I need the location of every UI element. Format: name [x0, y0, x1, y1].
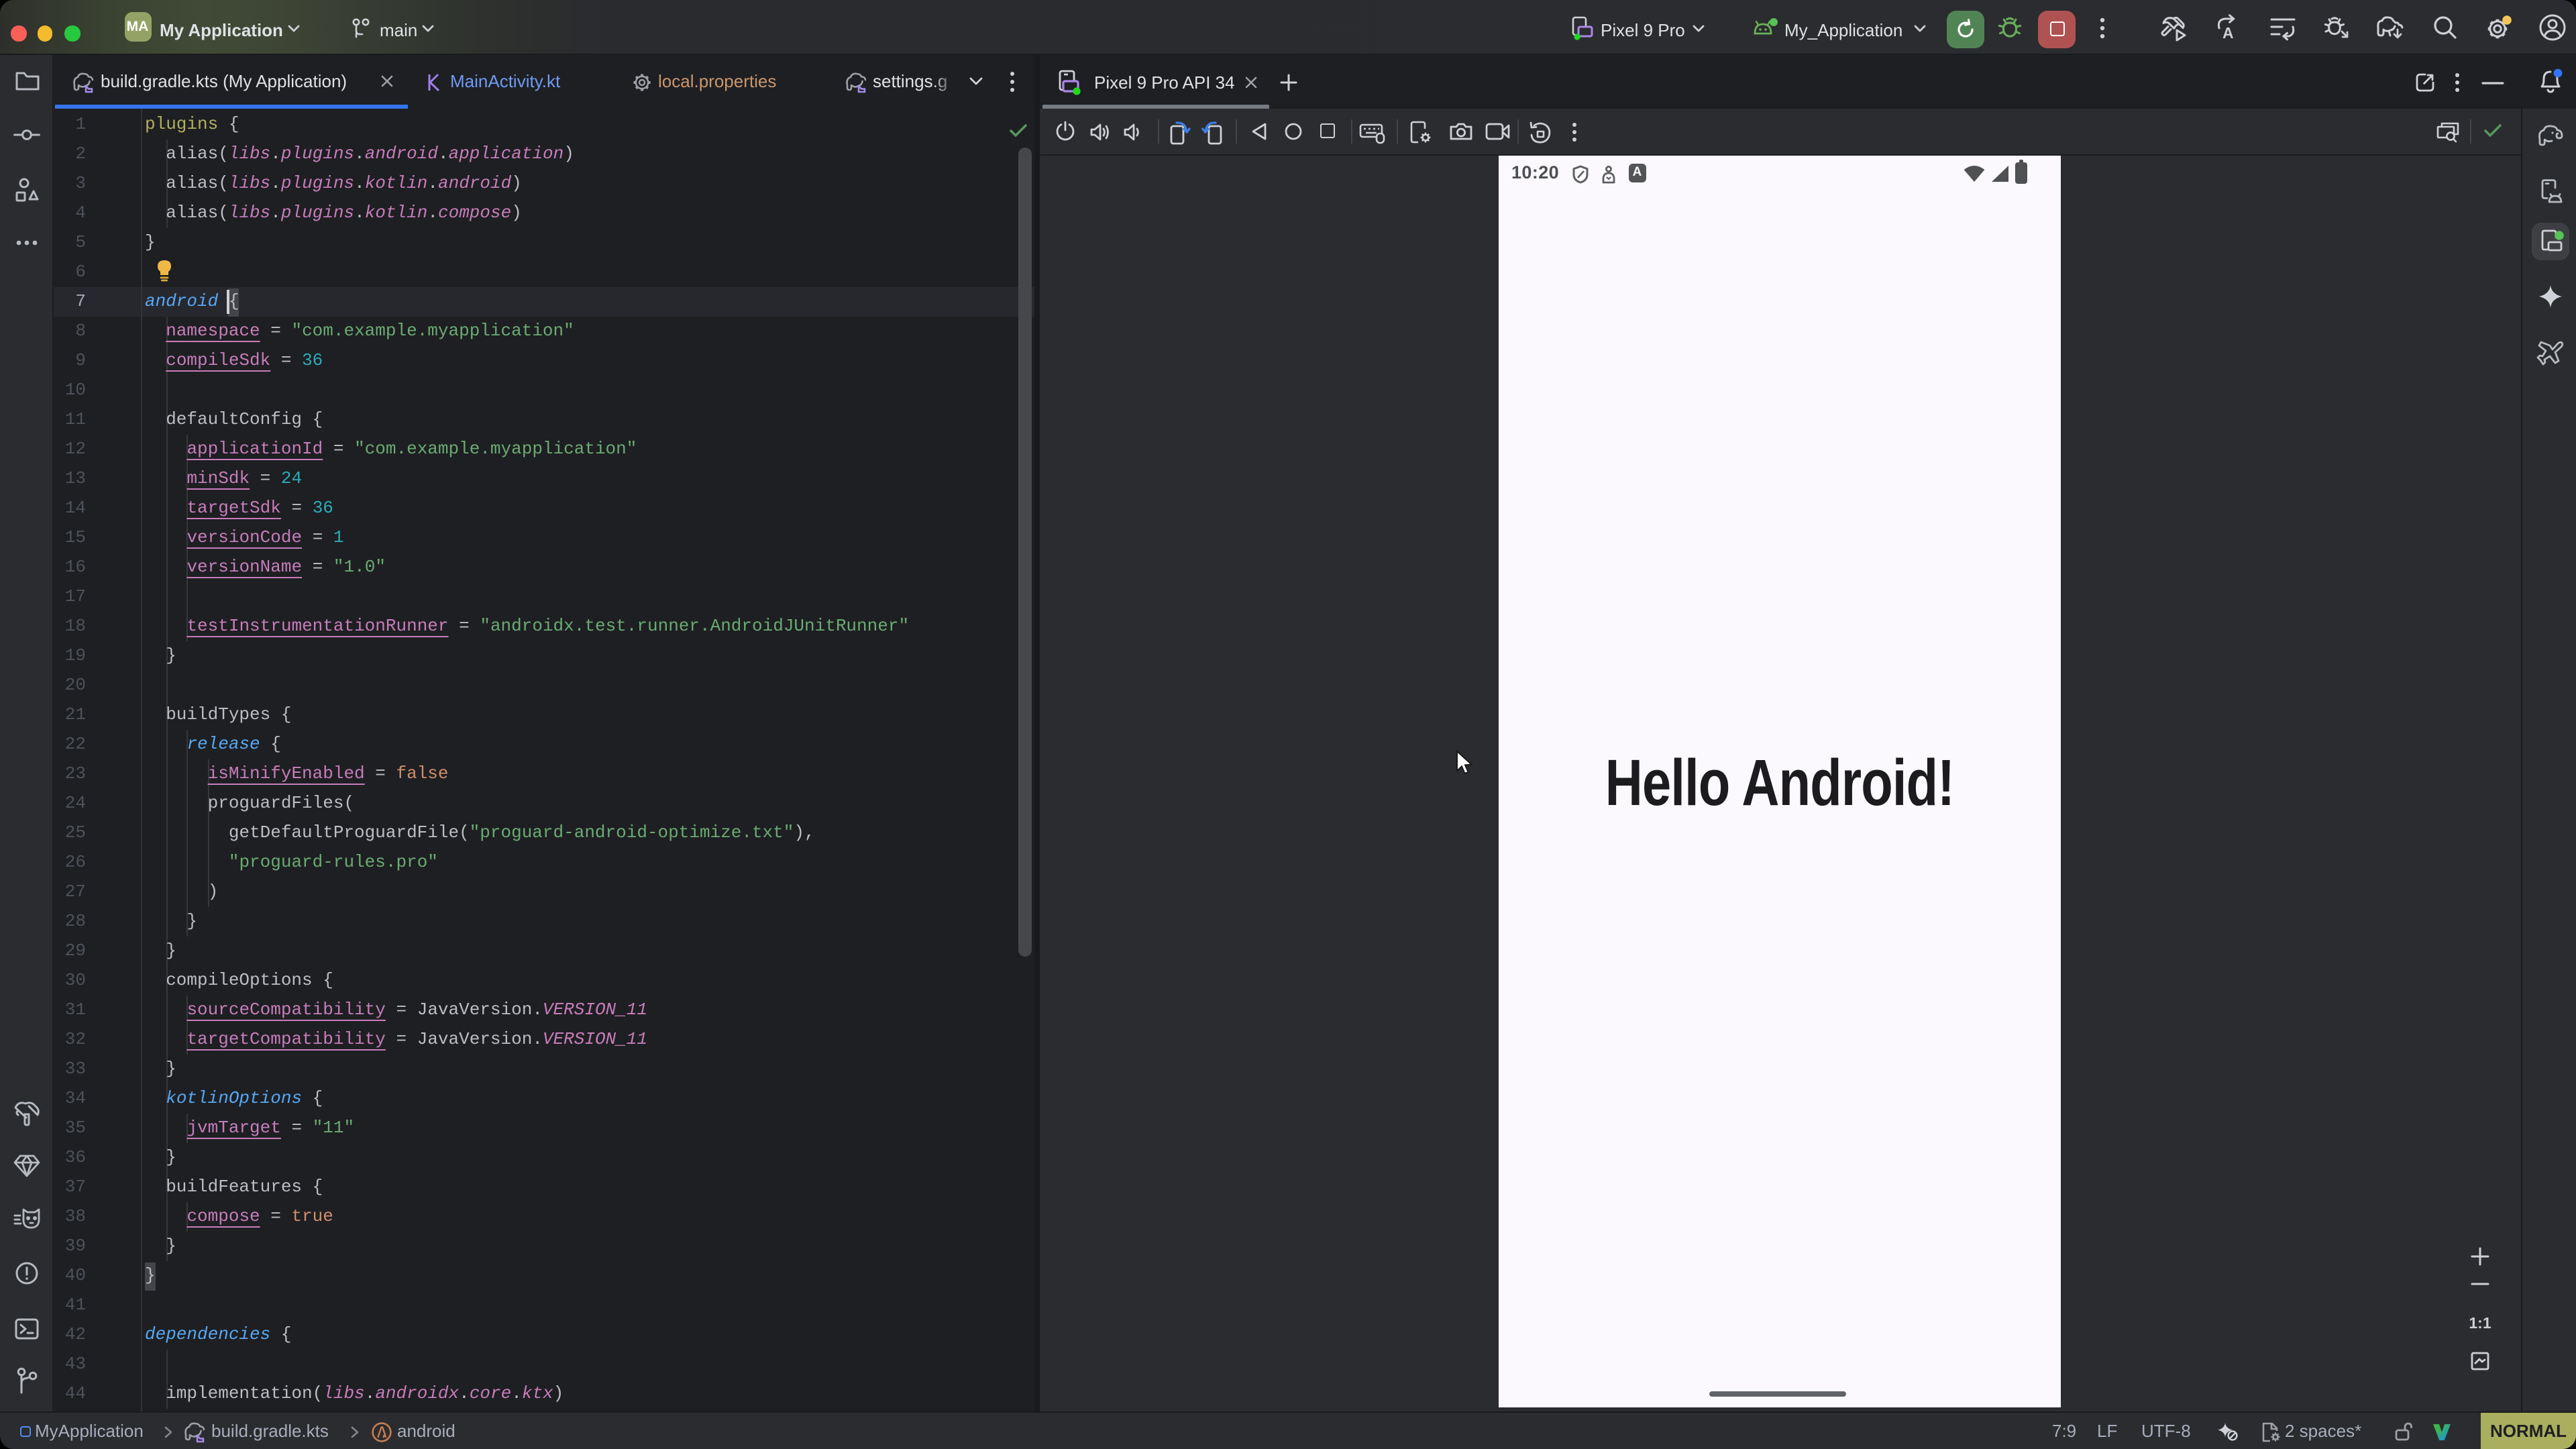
svg-text:A: A	[2222, 24, 2234, 42]
